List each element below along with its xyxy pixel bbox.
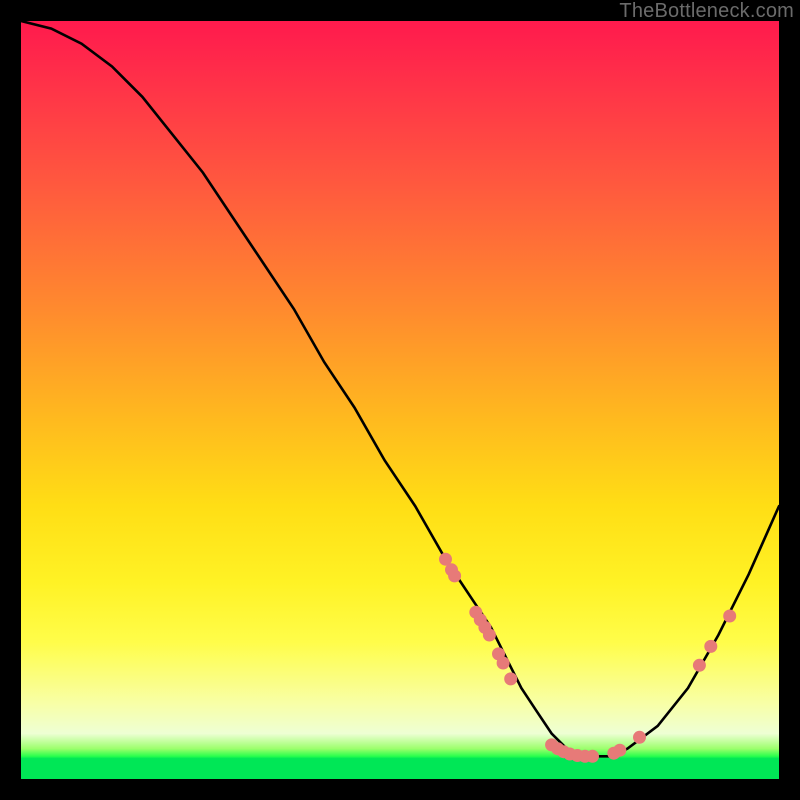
curve-marker	[497, 657, 510, 670]
curve-marker	[504, 672, 517, 685]
curve-marker	[693, 659, 706, 672]
curve-marker	[723, 610, 736, 623]
chart-svg	[21, 21, 779, 779]
curve-marker	[613, 744, 626, 757]
curve-marker	[633, 731, 646, 744]
plot-area	[21, 21, 779, 779]
curve-marker	[448, 569, 461, 582]
watermark-text: TheBottleneck.com	[619, 0, 794, 23]
chart-frame: TheBottleneck.com	[0, 0, 800, 800]
bottleneck-curve	[21, 21, 779, 756]
curve-markers	[439, 553, 736, 763]
curve-marker	[586, 750, 599, 763]
curve-marker	[483, 629, 496, 642]
curve-marker	[704, 640, 717, 653]
